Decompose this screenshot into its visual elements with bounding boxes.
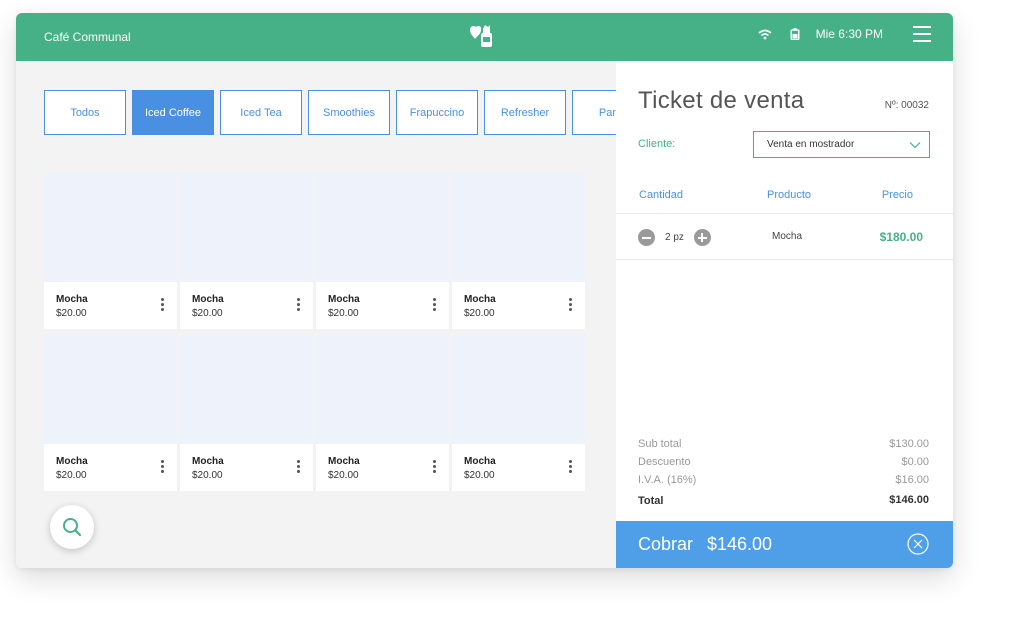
clock-text: Mie 6:30 PM bbox=[815, 27, 883, 41]
line-price: $180.00 bbox=[879, 230, 923, 244]
status-area: Mie 6:30 PM bbox=[758, 27, 883, 41]
product-panel: Todos Iced Coffee Iced Tea Smoothies Fra… bbox=[16, 61, 616, 568]
product-info: Mocha $20.00 bbox=[180, 282, 313, 329]
column-header-qty: Cantidad bbox=[639, 189, 684, 201]
logo-icon bbox=[470, 25, 492, 47]
battery-icon bbox=[790, 28, 800, 40]
line-qty: 2 pz bbox=[665, 232, 684, 243]
product-info: Mocha $20.00 bbox=[452, 444, 585, 491]
charge-button[interactable]: Cobrar $146.00 bbox=[616, 521, 953, 568]
product-card[interactable]: Mocha $20.00 bbox=[44, 334, 177, 491]
client-select[interactable]: Venta en mostrador bbox=[753, 131, 930, 158]
ticket-panel: Ticket de venta Nº: 00032 Cliente: Venta… bbox=[616, 61, 953, 568]
tab-panni[interactable]: Panni bbox=[572, 90, 616, 135]
more-vertical-icon[interactable] bbox=[433, 460, 437, 474]
subtotal-label: Sub total bbox=[638, 438, 682, 450]
product-card[interactable]: Mocha $20.00 bbox=[452, 172, 585, 329]
chevron-down-icon bbox=[909, 142, 921, 149]
product-price: $20.00 bbox=[192, 308, 223, 319]
product-card[interactable]: Mocha $20.00 bbox=[180, 172, 313, 329]
ticket-title: Ticket de venta bbox=[638, 87, 805, 114]
product-price: $20.00 bbox=[56, 308, 87, 319]
product-name: Mocha bbox=[328, 294, 360, 305]
tab-frapuccino[interactable]: Frapuccino bbox=[396, 90, 478, 135]
more-vertical-icon[interactable] bbox=[297, 298, 301, 312]
close-circle-icon[interactable] bbox=[907, 533, 929, 555]
wifi-icon bbox=[758, 29, 772, 39]
product-card[interactable]: Mocha $20.00 bbox=[316, 334, 449, 491]
minus-icon[interactable] bbox=[638, 229, 655, 246]
line-product: Mocha bbox=[772, 231, 803, 242]
hamburger-menu-icon[interactable] bbox=[913, 26, 931, 44]
product-price: $20.00 bbox=[328, 308, 359, 319]
product-card[interactable]: Mocha $20.00 bbox=[180, 334, 313, 491]
subtotal-value: $130.00 bbox=[889, 438, 929, 450]
product-name: Mocha bbox=[464, 456, 496, 467]
client-label: Cliente: bbox=[638, 138, 676, 150]
product-grid: Mocha $20.00 Mocha $20.00 Mocha $20.00 M… bbox=[44, 172, 587, 491]
product-price: $20.00 bbox=[328, 470, 359, 481]
more-vertical-icon[interactable] bbox=[161, 298, 165, 312]
tab-smoothies[interactable]: Smoothies bbox=[308, 90, 390, 135]
category-tabs: Todos Iced Coffee Iced Tea Smoothies Fra… bbox=[44, 90, 616, 135]
tab-iced-coffee[interactable]: Iced Coffee bbox=[132, 90, 214, 135]
column-header-product: Producto bbox=[767, 189, 812, 201]
tax-value: $16.00 bbox=[895, 474, 929, 486]
discount-value: $0.00 bbox=[901, 456, 929, 468]
product-name: Mocha bbox=[464, 294, 496, 305]
product-info: Mocha $20.00 bbox=[316, 444, 449, 491]
plus-icon[interactable] bbox=[693, 229, 711, 246]
product-price: $20.00 bbox=[464, 308, 495, 319]
column-header-price: Precio bbox=[881, 189, 913, 201]
product-name: Mocha bbox=[192, 294, 224, 305]
tax-label: I.V.A. (16%) bbox=[638, 474, 697, 486]
product-info: Mocha $20.00 bbox=[452, 282, 585, 329]
product-price: $20.00 bbox=[464, 470, 495, 481]
product-price: $20.00 bbox=[192, 470, 223, 481]
product-name: Mocha bbox=[192, 456, 224, 467]
divider bbox=[616, 213, 953, 214]
more-vertical-icon[interactable] bbox=[161, 460, 165, 474]
charge-amount: $146.00 bbox=[707, 534, 773, 554]
app-title: Café Communal bbox=[44, 30, 131, 44]
tab-todos[interactable]: Todos bbox=[44, 90, 126, 135]
more-vertical-icon[interactable] bbox=[569, 298, 573, 312]
product-name: Mocha bbox=[328, 456, 360, 467]
product-name: Mocha bbox=[56, 294, 88, 305]
charge-label: Cobrar bbox=[638, 534, 694, 554]
discount-label: Descuento bbox=[638, 456, 691, 468]
client-select-value: Venta en mostrador bbox=[767, 139, 855, 150]
search-icon bbox=[63, 518, 82, 537]
tab-refresher[interactable]: Refresher bbox=[484, 90, 566, 135]
product-info: Mocha $20.00 bbox=[316, 282, 449, 329]
more-vertical-icon[interactable] bbox=[433, 298, 437, 312]
product-card[interactable]: Mocha $20.00 bbox=[452, 334, 585, 491]
pos-app: Café Communal Mie 6:30 PM Todos Iced Cof… bbox=[16, 13, 953, 568]
more-vertical-icon[interactable] bbox=[569, 460, 573, 474]
product-card[interactable]: Mocha $20.00 bbox=[316, 172, 449, 329]
top-bar: Café Communal Mie 6:30 PM bbox=[16, 13, 953, 61]
qty-stepper: 2 pz bbox=[638, 229, 711, 246]
product-info: Mocha $20.00 bbox=[180, 444, 313, 491]
product-card[interactable]: Mocha $20.00 bbox=[44, 172, 177, 329]
product-name: Mocha bbox=[56, 456, 88, 467]
divider bbox=[616, 259, 953, 260]
tab-iced-tea[interactable]: Iced Tea bbox=[220, 90, 302, 135]
search-button[interactable] bbox=[50, 505, 94, 549]
ticket-number: Nº: 00032 bbox=[884, 100, 929, 111]
product-info: Mocha $20.00 bbox=[44, 282, 177, 329]
total-value: $146.00 bbox=[889, 494, 929, 506]
total-label: Total bbox=[638, 495, 664, 507]
more-vertical-icon[interactable] bbox=[297, 460, 301, 474]
product-info: Mocha $20.00 bbox=[44, 444, 177, 491]
product-price: $20.00 bbox=[56, 470, 87, 481]
